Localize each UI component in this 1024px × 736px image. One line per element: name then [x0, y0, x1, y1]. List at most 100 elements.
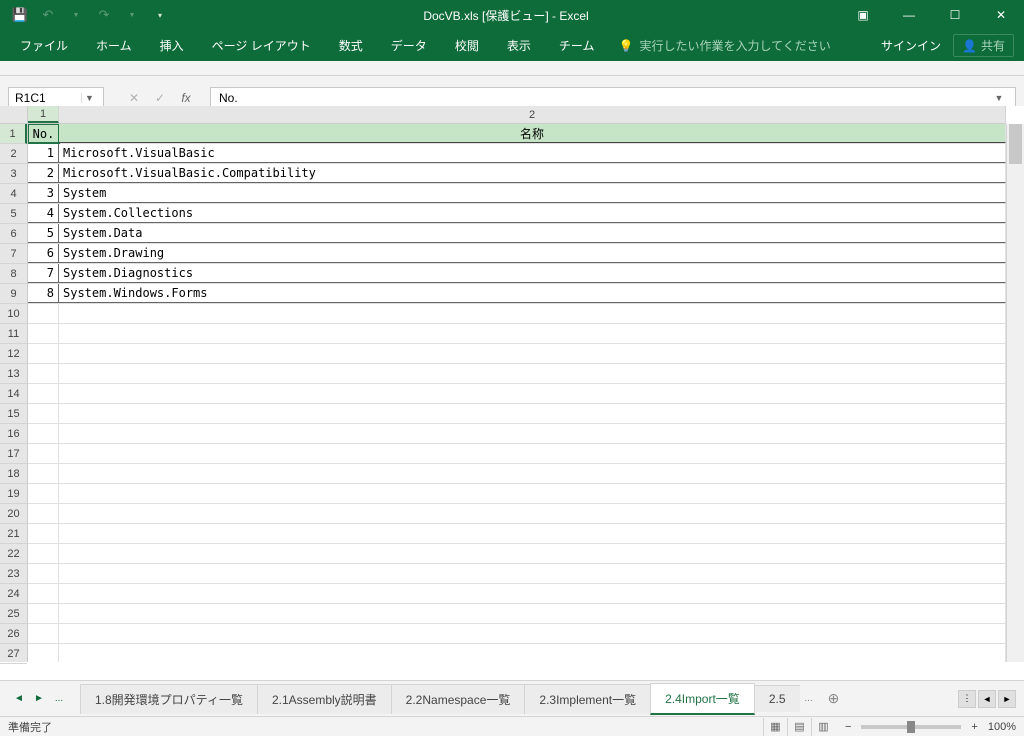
- col-header-2[interactable]: 2: [59, 106, 1006, 123]
- row-header[interactable]: 26: [0, 624, 27, 644]
- zoom-level[interactable]: 100%: [988, 721, 1016, 733]
- tell-me-search[interactable]: 💡 実行したい作業を入力してください: [608, 37, 830, 54]
- row-header[interactable]: 10: [0, 304, 27, 324]
- cell-empty[interactable]: [28, 604, 59, 623]
- tab-pagelayout[interactable]: ページ レイアウト: [198, 30, 325, 61]
- row-header[interactable]: 15: [0, 404, 27, 424]
- select-all-corner[interactable]: [0, 106, 28, 124]
- undo-icon[interactable]: ↶: [36, 3, 60, 27]
- cell-empty[interactable]: [59, 524, 1006, 543]
- cell-no[interactable]: 1: [28, 144, 59, 163]
- cell-empty[interactable]: [59, 464, 1006, 483]
- cell-empty[interactable]: [59, 384, 1006, 403]
- row-header[interactable]: 4: [0, 184, 27, 204]
- scrollbar-thumb[interactable]: [1009, 124, 1022, 164]
- cell-empty[interactable]: [28, 384, 59, 403]
- cell-name[interactable]: System.Collections: [59, 204, 1006, 223]
- zoom-slider[interactable]: [861, 725, 961, 729]
- row-header[interactable]: 13: [0, 364, 27, 384]
- cell-empty[interactable]: [59, 564, 1006, 583]
- sheet-scroll-right-icon[interactable]: ►: [998, 690, 1016, 708]
- cell-empty[interactable]: [28, 444, 59, 463]
- row-header[interactable]: 7: [0, 244, 27, 264]
- tab-formulas[interactable]: 数式: [325, 30, 377, 61]
- row-header[interactable]: 25: [0, 604, 27, 624]
- sheet-nav-prev-icon[interactable]: ►: [30, 690, 48, 708]
- cell-empty[interactable]: [28, 464, 59, 483]
- sheet-nav-first-icon[interactable]: ◄: [10, 690, 28, 708]
- sheet-tab[interactable]: 1.8開発環境プロパティ一覧: [80, 684, 258, 714]
- cells-area[interactable]: No.名称1Microsoft.VisualBasic2Microsoft.Vi…: [28, 124, 1006, 662]
- cell-empty[interactable]: [59, 544, 1006, 563]
- cell-no[interactable]: 2: [28, 164, 59, 183]
- qat-customize-icon[interactable]: ▾: [148, 3, 172, 27]
- row-header[interactable]: 6: [0, 224, 27, 244]
- new-sheet-button[interactable]: ⊕: [822, 690, 846, 707]
- row-header[interactable]: 24: [0, 584, 27, 604]
- cell-empty[interactable]: [59, 504, 1006, 523]
- cell-empty[interactable]: [28, 644, 59, 662]
- cell-empty[interactable]: [59, 624, 1006, 643]
- sheet-trailing-ellipsis[interactable]: ...: [800, 690, 818, 708]
- cell-no[interactable]: 4: [28, 204, 59, 223]
- tab-review[interactable]: 校閲: [441, 30, 493, 61]
- cell-empty[interactable]: [59, 604, 1006, 623]
- cell-empty[interactable]: [59, 444, 1006, 463]
- row-header[interactable]: 18: [0, 464, 27, 484]
- cell-empty[interactable]: [28, 424, 59, 443]
- tab-view[interactable]: 表示: [493, 30, 545, 61]
- cell-name[interactable]: Microsoft.VisualBasic.Compatibility: [59, 164, 1006, 183]
- sheet-scroll-sep-icon[interactable]: ⋮: [958, 690, 976, 708]
- cell-empty[interactable]: [28, 624, 59, 643]
- normal-view-icon[interactable]: ▦: [763, 718, 787, 736]
- cell-empty[interactable]: [59, 644, 1006, 662]
- cell-empty[interactable]: [59, 304, 1006, 323]
- tab-data[interactable]: データ: [377, 30, 441, 61]
- row-header[interactable]: 5: [0, 204, 27, 224]
- row-header[interactable]: 1: [0, 124, 27, 144]
- cell-empty[interactable]: [28, 564, 59, 583]
- ribbon-display-options-icon[interactable]: ▣: [840, 0, 886, 30]
- cell-empty[interactable]: [28, 584, 59, 603]
- row-header[interactable]: 14: [0, 384, 27, 404]
- col-header-1[interactable]: 1: [28, 106, 59, 123]
- row-header[interactable]: 22: [0, 544, 27, 564]
- formula-expand-icon[interactable]: ▼: [991, 93, 1007, 103]
- cell-empty[interactable]: [28, 544, 59, 563]
- cell-empty[interactable]: [59, 404, 1006, 423]
- cell-empty[interactable]: [28, 404, 59, 423]
- row-header[interactable]: 17: [0, 444, 27, 464]
- sheet-tab[interactable]: 2.1Assembly説明書: [257, 684, 392, 714]
- row-header[interactable]: 9: [0, 284, 27, 304]
- cell-no[interactable]: 5: [28, 224, 59, 243]
- row-header[interactable]: 19: [0, 484, 27, 504]
- save-icon[interactable]: 💾: [8, 3, 32, 27]
- cell-name[interactable]: System.Drawing: [59, 244, 1006, 263]
- row-header[interactable]: 8: [0, 264, 27, 284]
- zoom-out-button[interactable]: −: [845, 721, 851, 733]
- sheet-tab[interactable]: 2.5: [754, 685, 800, 712]
- cell-no[interactable]: 8: [28, 284, 59, 303]
- sheet-tab[interactable]: 2.2Namespace一覧: [391, 684, 526, 714]
- undo-dropdown-icon[interactable]: ▼: [64, 3, 88, 27]
- cell-empty[interactable]: [59, 344, 1006, 363]
- tab-file[interactable]: ファイル: [6, 30, 82, 61]
- cell-empty[interactable]: [28, 364, 59, 383]
- cell-no[interactable]: 6: [28, 244, 59, 263]
- row-header[interactable]: 20: [0, 504, 27, 524]
- cell-empty[interactable]: [28, 524, 59, 543]
- cell-empty[interactable]: [28, 304, 59, 323]
- row-header[interactable]: 11: [0, 324, 27, 344]
- signin-link[interactable]: サインイン: [881, 37, 941, 54]
- vertical-scrollbar[interactable]: [1006, 124, 1024, 662]
- tab-insert[interactable]: 挿入: [146, 30, 198, 61]
- tab-team[interactable]: チーム: [545, 30, 609, 61]
- cell-name[interactable]: System.Windows.Forms: [59, 284, 1006, 303]
- row-header[interactable]: 2: [0, 144, 27, 164]
- sheet-nav-ellipsis[interactable]: ...: [50, 690, 68, 708]
- cell-name[interactable]: Microsoft.VisualBasic: [59, 144, 1006, 163]
- minimize-button[interactable]: —: [886, 0, 932, 30]
- share-button[interactable]: 👤 共有: [953, 34, 1014, 57]
- cell-empty[interactable]: [28, 324, 59, 343]
- header-cell-no[interactable]: No.: [28, 124, 59, 143]
